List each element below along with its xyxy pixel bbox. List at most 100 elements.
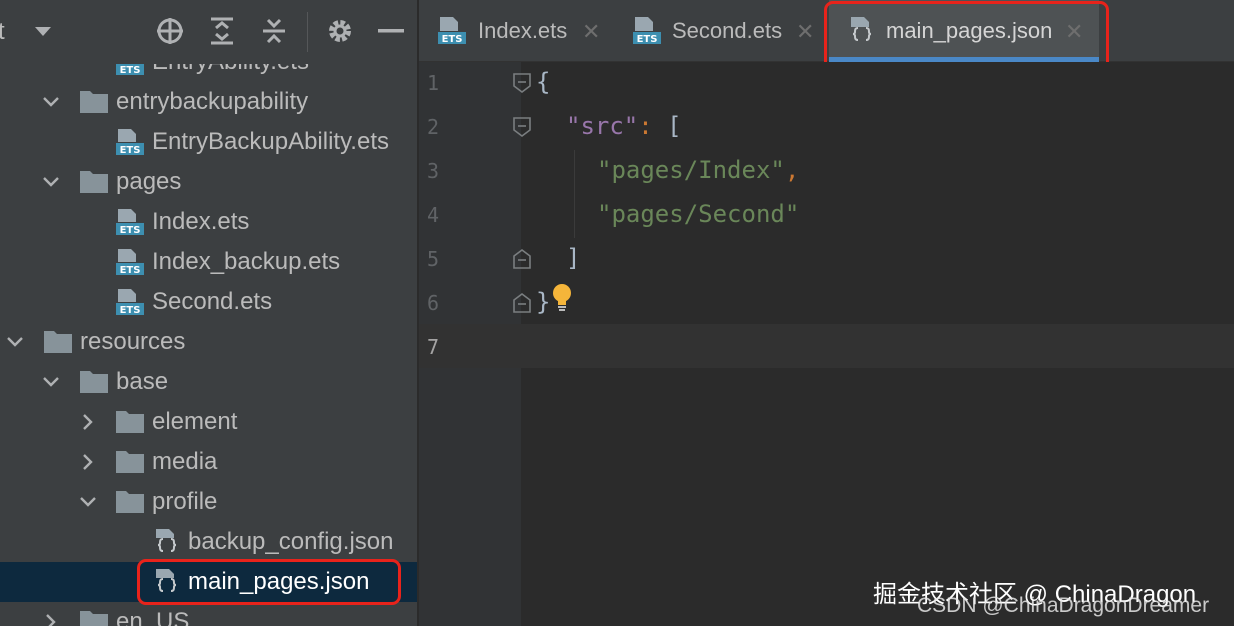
folder-icon [116, 491, 144, 513]
tree-item-label: Index_backup.ets [152, 248, 341, 275]
svg-text:ETS: ETS [120, 305, 141, 316]
code-line-6: } [536, 287, 550, 317]
line-number: 2 [427, 115, 440, 139]
tree-item-label: en_US [116, 608, 190, 626]
project-view-label: t [0, 18, 5, 45]
folder-icon [80, 611, 108, 626]
folder-icon [80, 91, 108, 113]
tree-item-media[interactable]: media [0, 442, 417, 482]
tree-item-label: element [152, 408, 238, 435]
gear-icon[interactable] [323, 14, 357, 48]
code-line-4: "pages/Second" [597, 199, 799, 229]
watermark-csdn: CSDN @ChinaDragonDreamer [917, 594, 1210, 617]
fold-open-icon[interactable] [512, 116, 532, 138]
tree-item-second-ets[interactable]: ETS Second.ets [0, 282, 417, 322]
tree-item-label: Second.ets [152, 288, 273, 315]
highlight-box-tree-item [137, 559, 401, 605]
chevron-down-icon[interactable] [6, 333, 24, 351]
code-line-2: "src": [ [566, 111, 682, 141]
fold-close-icon[interactable] [512, 248, 532, 270]
json-string: "pages/Second" [597, 200, 800, 228]
project-tree: ETS EntryAbility.ets entrybackupability … [0, 0, 417, 626]
tree-item-pages[interactable]: pages [0, 162, 417, 202]
ets-file-icon: ETS [116, 209, 144, 236]
project-panel: ETS EntryAbility.ets entrybackupability … [0, 0, 417, 626]
lightbulb-icon[interactable] [550, 282, 574, 312]
line-number: 6 [427, 291, 440, 315]
chevron-down-icon[interactable] [79, 493, 97, 511]
json-key: "src" [566, 112, 639, 140]
tree-item-resources[interactable]: resources [0, 322, 417, 362]
fold-close-icon[interactable] [512, 292, 532, 314]
svg-text:ETS: ETS [120, 265, 141, 276]
svg-text:ETS: ETS [442, 34, 463, 45]
folder-icon [116, 411, 144, 433]
tree-item-label: entrybackupability [116, 88, 309, 115]
tree-item-profile[interactable]: profile [0, 482, 417, 522]
folder-icon [80, 371, 108, 393]
svg-text:ETS: ETS [637, 34, 658, 45]
json-bracket: [ [667, 112, 682, 140]
chevron-right-icon[interactable] [79, 453, 97, 471]
json-comma: , [784, 156, 800, 184]
tree-item-en-us[interactable]: en_US [0, 602, 417, 626]
json-brace: { [536, 68, 551, 96]
folder-icon [116, 451, 144, 473]
chevron-right-icon[interactable] [79, 413, 97, 431]
tree-item-label: pages [116, 168, 182, 195]
ets-file-icon: ETS [633, 17, 661, 45]
tree-item-base[interactable]: base [0, 362, 417, 402]
minimize-icon[interactable] [374, 14, 408, 48]
tree-item-entrybackupability[interactable]: entrybackupability [0, 82, 417, 122]
line-number: 5 [427, 247, 440, 271]
tab-index-ets[interactable]: ETS Index.ets ✕ [419, 0, 614, 62]
chevron-down-icon[interactable] [42, 173, 60, 191]
code-line-1: { [536, 67, 550, 97]
json-string: "pages/Index" [597, 156, 785, 184]
tab-second-ets[interactable]: ETS Second.ets ✕ [614, 0, 826, 62]
tree-item-element[interactable]: element [0, 402, 417, 442]
fold-open-icon[interactable] [512, 72, 532, 94]
line-number: 3 [427, 159, 440, 183]
tree-item-entrybackupability-ets[interactable]: ETS EntryBackupAbility.ets [0, 122, 417, 162]
close-icon[interactable]: ✕ [796, 19, 814, 45]
chevron-down-icon[interactable] [42, 93, 60, 111]
tree-item-label: EntryBackupAbility.ets [152, 128, 389, 155]
folder-icon [80, 171, 108, 193]
ets-file-icon: ETS [116, 249, 144, 276]
close-icon[interactable]: ✕ [582, 19, 600, 45]
tab-label: Second.ets [672, 18, 783, 43]
project-panel-toolbar: t [0, 0, 417, 64]
dropdown-arrow-icon[interactable] [26, 14, 60, 48]
current-line-highlight [419, 324, 1234, 368]
json-brace: } [536, 288, 551, 316]
code-line-5: ] [566, 243, 580, 273]
code-line-3: "pages/Index", [597, 155, 799, 185]
json-file-icon [156, 529, 177, 552]
ets-file-icon: ETS [438, 17, 466, 45]
tab-label: Index.ets [478, 18, 568, 43]
json-bracket: ] [566, 244, 581, 272]
chevron-right-icon[interactable] [42, 613, 60, 626]
expand-all-icon[interactable] [205, 14, 239, 48]
line-number: 4 [427, 203, 440, 227]
svg-text:ETS: ETS [120, 225, 141, 236]
locate-icon[interactable] [153, 14, 187, 48]
indent-guide [574, 150, 575, 238]
tree-item-index-backup-ets[interactable]: ETS Index_backup.ets [0, 242, 417, 282]
svg-text:ETS: ETS [120, 145, 141, 156]
svg-text:ETS: ETS [120, 65, 141, 76]
tree-item-label: media [152, 448, 218, 475]
ets-file-icon: ETS [116, 129, 144, 156]
folder-icon [44, 331, 72, 353]
json-colon: : [638, 112, 653, 140]
toolbar-divider [307, 12, 308, 52]
tree-item-label: resources [80, 328, 186, 355]
ets-file-icon: ETS [116, 289, 144, 316]
tree-item-backup-config-json[interactable]: backup_config.json [0, 522, 417, 562]
collapse-all-icon[interactable] [257, 14, 291, 48]
line-number: 1 [427, 71, 440, 95]
line-number: 7 [427, 335, 440, 359]
chevron-down-icon[interactable] [42, 373, 60, 391]
tree-item-index-ets[interactable]: ETS Index.ets [0, 202, 417, 242]
